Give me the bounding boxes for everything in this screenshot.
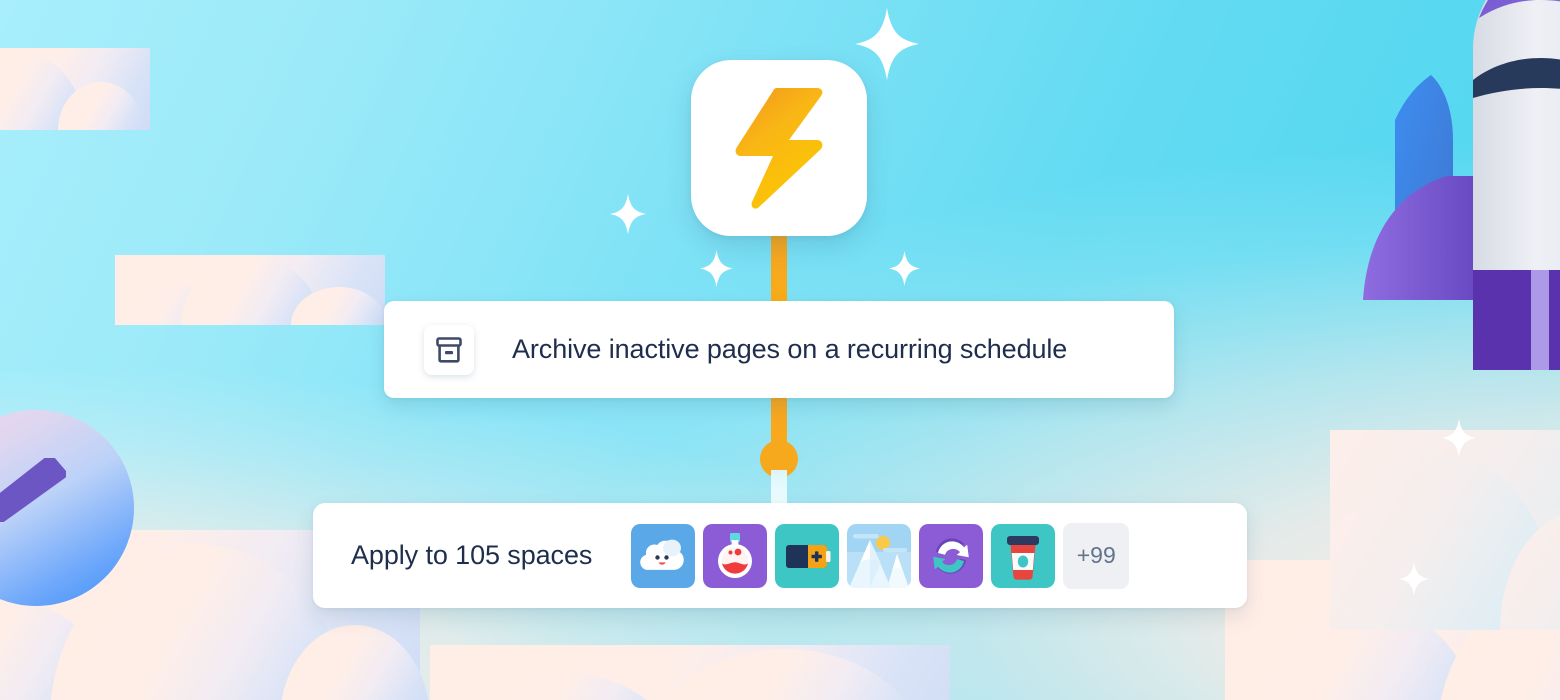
automation-trigger-card[interactable] bbox=[691, 60, 867, 236]
apply-to-spaces-bar[interactable]: Apply to 105 spaces +99 bbox=[313, 503, 1247, 608]
cloud-bottom-mid bbox=[430, 645, 950, 700]
rocket-illustration bbox=[1363, 0, 1560, 370]
sparkle-icon bbox=[700, 249, 733, 288]
automation-rule-card[interactable]: Archive inactive pages on a recurring sc… bbox=[384, 301, 1174, 398]
archive-box-icon bbox=[424, 324, 474, 375]
cloud-left bbox=[115, 255, 387, 325]
space-avatar-list: +99 bbox=[631, 522, 1130, 589]
cloud-top-left bbox=[0, 48, 150, 130]
mountains-avatar[interactable] bbox=[847, 523, 912, 588]
potion-flask-avatar[interactable] bbox=[703, 523, 768, 588]
apply-to-spaces-label: Apply to 105 spaces bbox=[351, 540, 593, 570]
sparkle-icon bbox=[889, 250, 920, 287]
cloud-right bbox=[1330, 430, 1560, 630]
check-mark-icon bbox=[0, 458, 66, 522]
more-spaces-badge[interactable]: +99 bbox=[1063, 522, 1130, 589]
sync-avatar[interactable] bbox=[919, 523, 984, 588]
coffee-avatar[interactable] bbox=[991, 523, 1056, 588]
battery-avatar[interactable] bbox=[775, 523, 840, 588]
sparkle-icon bbox=[855, 8, 919, 80]
smiling-cloud-avatar[interactable] bbox=[631, 523, 696, 588]
sparkle-icon bbox=[1442, 418, 1476, 458]
sparkle-icon bbox=[1399, 561, 1429, 597]
automation-rule-label: Archive inactive pages on a recurring sc… bbox=[512, 334, 1068, 364]
automation-illustration-scene: Archive inactive pages on a recurring sc… bbox=[0, 0, 1560, 700]
lightning-bolt-icon bbox=[735, 88, 823, 209]
sparkle-icon bbox=[610, 193, 646, 235]
